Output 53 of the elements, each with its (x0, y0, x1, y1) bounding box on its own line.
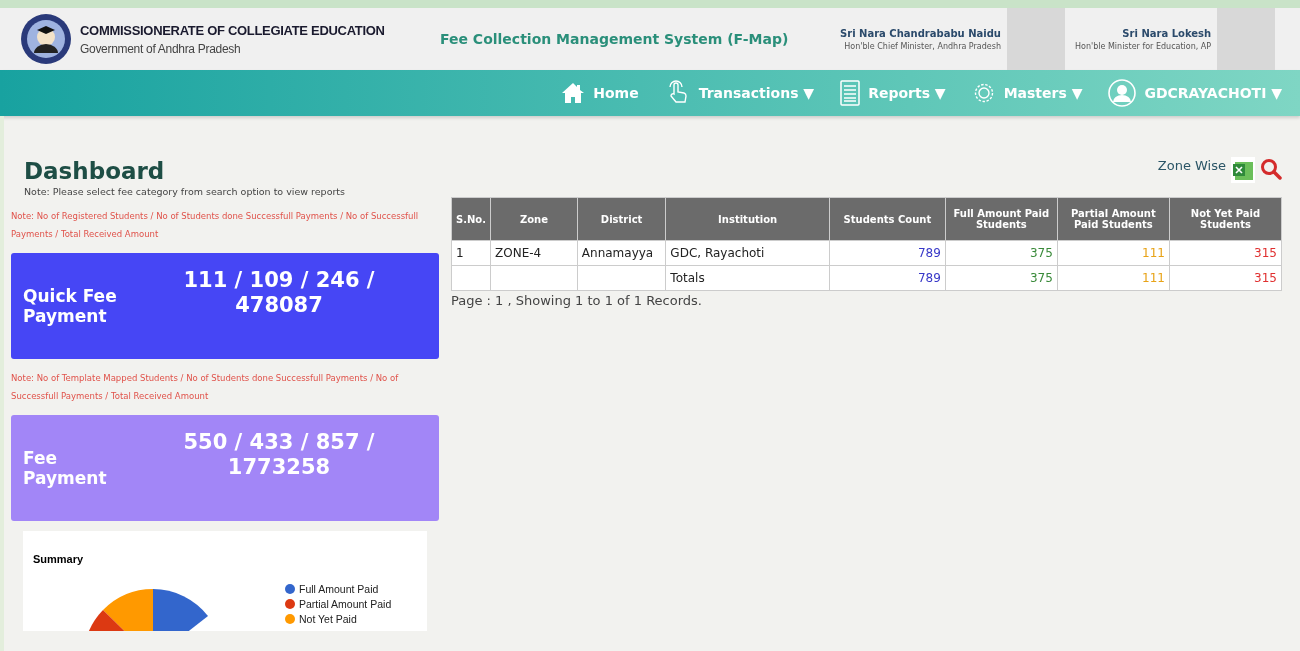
page-title: Dashboard (24, 158, 165, 184)
legend-label: Partial Amount Paid (299, 597, 392, 610)
export-label: Zone Wise (1157, 158, 1226, 173)
column-header: Zone (490, 197, 578, 241)
column-header: Full Amount Paid Students (945, 197, 1058, 241)
organization-title: COMMISSIONERATE OF COLLEGIATE EDUCATION (80, 22, 385, 38)
legend-note: Note: No of Registered Students / No of Students done Successfull Payments / No of Successfull Payments / Total Received Amount (11, 210, 420, 241)
table-cell: 315 (1169, 240, 1282, 266)
nav-menu-item[interactable]: GDCRAYACHOTI ▼ (1108, 79, 1282, 107)
logo-icon (20, 13, 72, 65)
table-cell: ZONE-4 (490, 240, 578, 266)
app-title: Fee Collection Management System (F-Map) (440, 31, 789, 47)
column-header: Students Count (829, 197, 946, 241)
photo-placeholder (1007, 8, 1065, 70)
home-icon (561, 82, 586, 104)
document-icon (840, 80, 861, 106)
legend-label: Not Yet Paid (299, 612, 357, 625)
table-cell: 111 (1057, 265, 1170, 291)
dignitary-title: Hon'ble Chief Minister, Andhra Pradesh (843, 41, 1001, 51)
table-cell: 375 (945, 265, 1058, 291)
organization-subtitle: Government of Andhra Pradesh (80, 41, 242, 56)
chart-title: Summary (33, 553, 84, 565)
stat-card[interactable]: Quick Fee Payment 111 / 109 / 246 / 478087 (11, 253, 439, 359)
dignitary-name: Sri Nara Chandrababu Naidu (840, 27, 1001, 39)
search-icon[interactable] (1260, 158, 1282, 180)
legend-label: Full Amount Paid (299, 582, 379, 595)
nav-menu-item[interactable]: Transactions ▼ (664, 80, 815, 106)
nav-menu-item[interactable]: Home (561, 82, 639, 104)
table-cell: 789 (829, 265, 946, 291)
table-cell: 375 (945, 240, 1058, 266)
dignitary-name: Sri Nara Lokesh (1121, 27, 1212, 39)
table-cell: 1 (451, 240, 491, 266)
user-avatar-icon (1108, 79, 1137, 107)
table-cell: GDC, Rayachoti (665, 240, 830, 266)
table-cell: 315 (1169, 265, 1282, 291)
photo-placeholder (1217, 8, 1276, 70)
stat-card[interactable]: Fee Payment 550 / 433 / 857 / 1773258 (11, 415, 439, 521)
pagination-text: Page : 1 , Showing 1 to 1 of 1 Records. (451, 293, 702, 308)
column-header: S.No. (451, 197, 491, 241)
column-header: District (577, 197, 666, 241)
spreadsheet-export-icon[interactable] (1230, 156, 1256, 184)
nav-menu-item[interactable]: Reports ▼ (840, 80, 946, 106)
legend-note: Note: No of Template Mapped Students / No of Students done Successfull Payments / No of Successfull Payments / Total Received Amount (11, 372, 400, 403)
table-cell: 111 (1057, 240, 1170, 266)
page-note: Note: Please select fee category from search option to view reports (24, 186, 346, 197)
table-cell: 789 (829, 240, 946, 266)
dignitary-title: Hon'ble Minister for Education, AP (1075, 41, 1212, 51)
table-cell: Totals (665, 265, 830, 291)
nav-menu-item[interactable]: Masters ▼ (971, 81, 1083, 105)
column-header: Partial Amount Paid Students (1057, 197, 1170, 241)
column-header: Not Yet Paid Students (1169, 197, 1282, 241)
table-cell: Annamayya (577, 240, 666, 266)
column-header: Institution (665, 197, 830, 241)
